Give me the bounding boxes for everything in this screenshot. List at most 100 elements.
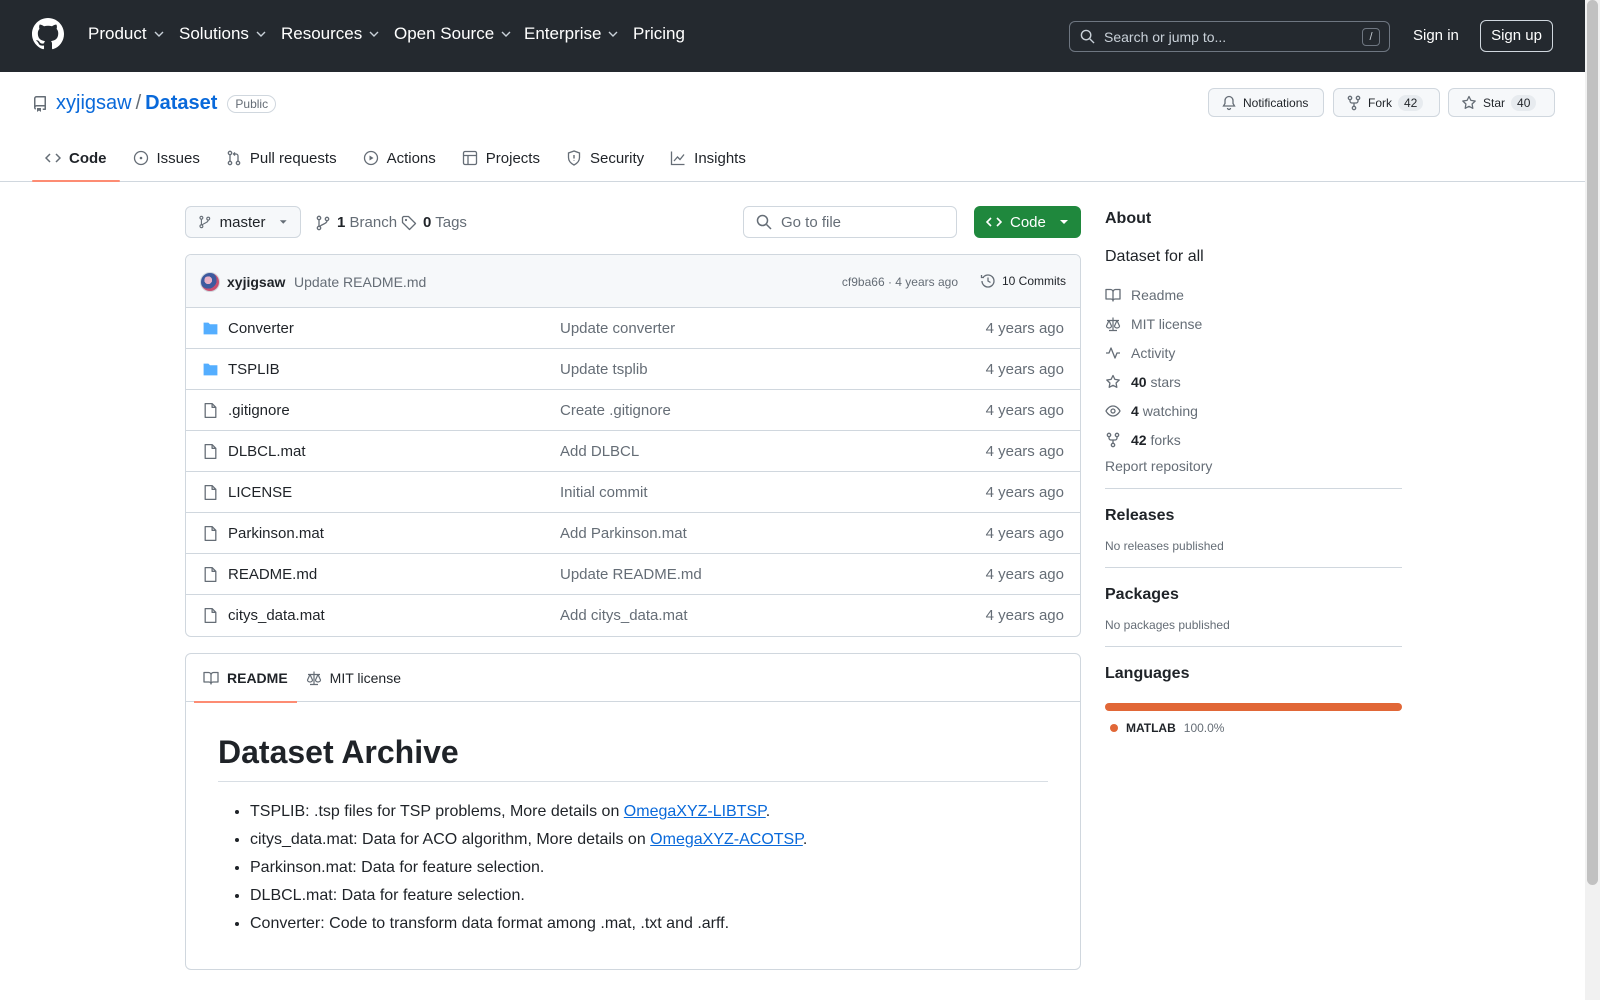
file-commit-message-link[interactable]: Update converter [560,320,675,337]
go-to-file-placeholder: Go to file [781,213,842,231]
nav-label: Enterprise [524,24,602,43]
table-row: citys_data.mat Add citys_data.mat 4 years … [186,595,1080,636]
activity-link-label: Activity [1131,344,1176,361]
file-name-link[interactable]: .gitignore [228,402,290,419]
commit-author-link[interactable]: xyjigsaw [227,274,285,290]
file-commit-message-link[interactable]: Initial commit [560,484,648,501]
file-commit-message-link[interactable]: Update tsplib [560,361,648,378]
license-link[interactable]: MIT license [1105,309,1402,338]
tab-code[interactable]: Code [32,134,120,182]
watching-word: watching [1142,402,1198,419]
stars-link[interactable]: 40 stars [1105,367,1402,396]
tab-license[interactable]: MIT license [297,654,410,702]
forks-word: forks [1150,431,1181,448]
git-pull-request-icon [227,150,241,166]
star-counter: 40 [1511,94,1537,111]
file-icon [204,607,217,624]
language-item[interactable]: MATLAB 100.0% [1105,721,1402,735]
scrollbar-thumb[interactable] [1587,0,1598,885]
nav-solutions[interactable]: Solutions [179,24,267,44]
sign-up-button[interactable]: Sign up [1480,20,1553,52]
file-name-link[interactable]: LICENSE [228,484,292,501]
issue-opened-icon [133,150,148,166]
tags-link[interactable]: 0 Tags [401,214,467,231]
global-search-input[interactable]: Search or jump to... / [1069,21,1390,52]
list-item-text: Parkinson.mat: Data for feature selectio… [250,859,545,876]
commits-history-link[interactable]: 10 Commits [980,273,1066,289]
file-name-link[interactable]: TSPLIB [228,361,280,378]
forks-count: 42 [1131,431,1147,448]
tab-projects[interactable]: Projects [449,134,553,182]
nav-resources[interactable]: Resources [281,24,380,44]
file-icon [204,402,217,419]
fork-button[interactable]: Fork 42 [1333,88,1440,117]
watching-link[interactable]: 4 watching [1105,396,1402,425]
forks-link[interactable]: 42 forks [1105,425,1402,454]
readme-link[interactable]: OmegaXYZ-ACOTSP [650,831,803,848]
tab-insights[interactable]: Insights [657,134,759,182]
star-icon [1462,95,1476,109]
commit-hash-age[interactable]: cf9ba66 · 4 years ago [842,275,958,289]
repo-name-link[interactable]: Dataset [145,92,217,115]
nav-open-source[interactable]: Open Source [394,24,512,44]
commit-message-link[interactable]: Update README.md [294,274,426,290]
readme-tabs: README MIT license [186,654,1080,703]
page-scrollbar[interactable] [1585,0,1600,1000]
activity-link[interactable]: Activity [1105,338,1402,367]
star-button[interactable]: Star 40 [1448,88,1555,117]
file-name-link[interactable]: Parkinson.mat [228,525,324,542]
search-icon [756,214,772,230]
notifications-button[interactable]: Notifications [1208,88,1324,117]
branch-selector-button[interactable]: master [185,206,301,238]
languages-title: Languages [1105,665,1190,682]
code-icon [986,217,1002,227]
code-icon [45,153,61,163]
nav-pricing[interactable]: Pricing [633,24,685,44]
readme-link[interactable]: OmegaXYZ-LIBTSP [624,803,766,820]
fork-counter: 42 [1398,94,1424,111]
file-commit-message-link[interactable]: Add DLBCL [560,443,639,460]
tab-label: MIT license [329,670,401,686]
tag-word: Tags [435,214,467,231]
tab-pull-requests[interactable]: Pull requests [213,134,350,182]
file-commit-message-link[interactable]: Create .gitignore [560,402,671,419]
law-icon [1105,317,1121,331]
go-to-file-input[interactable]: Go to file [743,206,957,238]
eye-icon [1105,404,1121,417]
tag-count: 0 [423,214,432,231]
tab-issues[interactable]: Issues [120,134,213,182]
file-commit-message-link[interactable]: Add citys_data.mat [560,607,688,624]
nav-enterprise[interactable]: Enterprise [524,24,619,44]
file-name-link[interactable]: DLBCL.mat [228,443,306,460]
report-repository-link[interactable]: Report repository [1105,458,1402,474]
releases-title[interactable]: Releases [1105,507,1402,525]
tab-label: README [227,670,288,686]
history-icon [980,274,995,288]
pulse-icon [1106,346,1120,359]
branches-link[interactable]: 1 Branch [315,214,397,231]
code-dropdown-button[interactable]: Code [974,206,1081,238]
tab-label: Pull requests [249,149,337,167]
tab-actions[interactable]: Actions [350,134,449,182]
file-commit-message-link[interactable]: Add Parkinson.mat [560,525,687,542]
nav-product[interactable]: Product [88,24,165,44]
law-icon [306,671,321,686]
file-name-link[interactable]: README.md [228,566,317,583]
sign-in-link[interactable]: Sign in [1413,27,1459,44]
github-logo-icon[interactable] [32,18,64,50]
git-branch-icon [199,215,211,229]
tab-security[interactable]: Security [553,134,657,182]
file-commit-message-link[interactable]: Update README.md [560,566,702,583]
file-name-link[interactable]: Converter [228,320,294,337]
repo-owner-link[interactable]: xyjigsaw [56,92,132,115]
packages-title[interactable]: Packages [1105,586,1402,604]
list-item-text: Converter: Code to transform data format… [250,915,730,932]
language-color-dot [1110,724,1118,732]
tab-readme[interactable]: README [194,654,297,703]
file-name-link[interactable]: citys_data.mat [228,607,325,624]
avatar[interactable] [200,272,220,292]
branch-name: master [219,213,266,231]
visibility-badge: Public [227,94,277,113]
book-icon [203,671,219,685]
readme-link[interactable]: Readme [1105,280,1402,309]
